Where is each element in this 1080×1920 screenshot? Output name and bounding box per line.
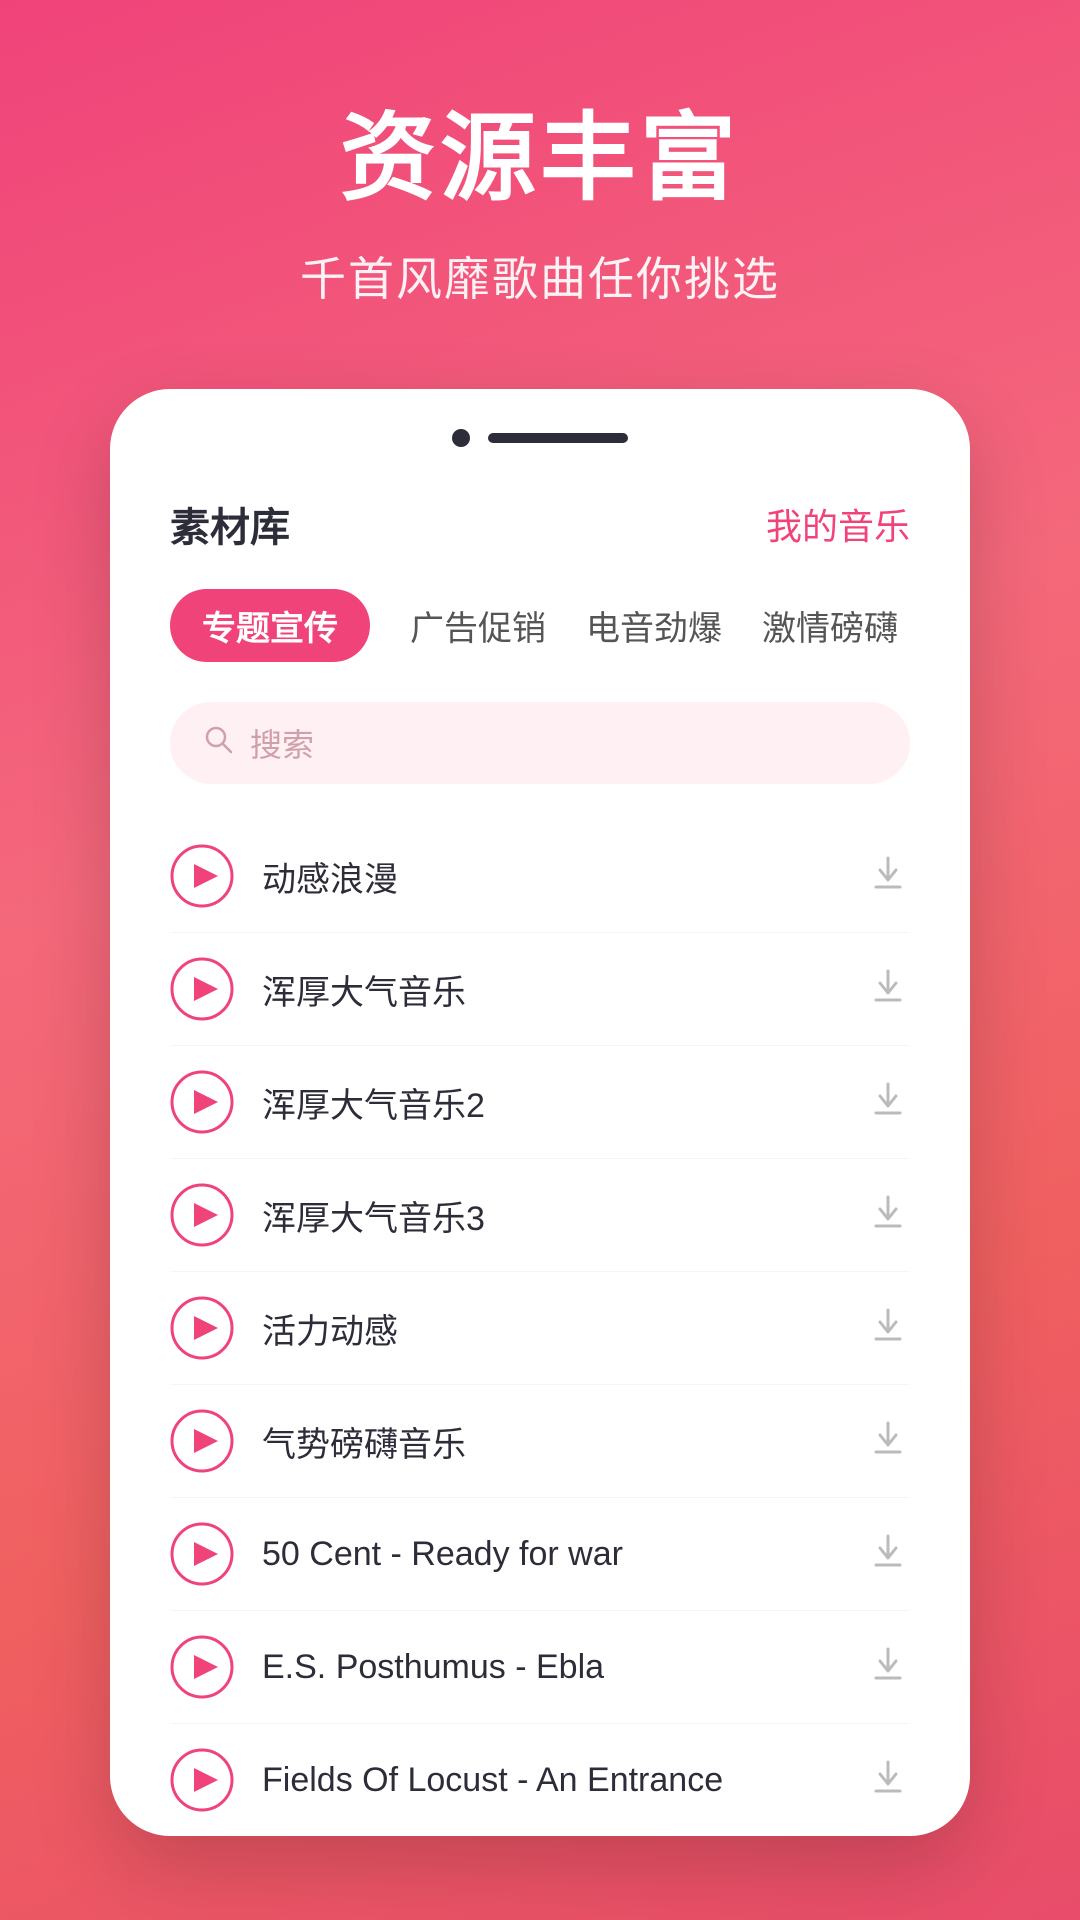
download-button-2[interactable] <box>866 963 910 1015</box>
song-title-9: Fields Of Locust - An Entrance <box>262 1761 838 1800</box>
song-list: 动感浪漫 浑厚大气音乐 <box>170 820 910 1836</box>
song-title-2: 浑厚大气音乐 <box>262 965 838 1014</box>
song-item-6: 气势磅礴音乐 <box>170 1385 910 1498</box>
phone-notch-bar <box>488 433 628 443</box>
play-button-2[interactable] <box>170 957 234 1021</box>
song-item-8: E.S. Posthumus - Ebla <box>170 1611 910 1724</box>
download-button-8[interactable] <box>866 1641 910 1693</box>
phone-top-bar <box>110 419 970 475</box>
song-item-5: 活力动感 <box>170 1272 910 1385</box>
download-button-1[interactable] <box>866 850 910 902</box>
section-title: 素材库 <box>170 495 290 553</box>
download-button-7[interactable] <box>866 1528 910 1580</box>
download-button-3[interactable] <box>866 1076 910 1128</box>
app-content: 素材库 我的音乐 专题宣传 广告促销 电音劲爆 激情磅礴 搜索 <box>110 475 970 1836</box>
tab-electronic[interactable]: 电音劲爆 <box>586 589 722 662</box>
song-title-6: 气势磅礴音乐 <box>262 1417 838 1466</box>
play-button-8[interactable] <box>170 1635 234 1699</box>
tabs-row: 专题宣传 广告促销 电音劲爆 激情磅礴 <box>170 589 910 662</box>
song-title-7: 50 Cent - Ready for war <box>262 1535 838 1574</box>
phone-camera <box>452 429 470 447</box>
song-item-4: 浑厚大气音乐3 <box>170 1159 910 1272</box>
song-title-5: 活力动感 <box>262 1304 838 1353</box>
search-icon <box>202 723 234 763</box>
song-item-7: 50 Cent - Ready for war <box>170 1498 910 1611</box>
download-button-9[interactable] <box>866 1754 910 1806</box>
play-button-7[interactable] <box>170 1522 234 1586</box>
hero-subtitle: 千首风靡歌曲任你挑选 <box>300 243 780 309</box>
search-placeholder-text: 搜索 <box>250 720 314 766</box>
download-button-5[interactable] <box>866 1302 910 1354</box>
song-title-4: 浑厚大气音乐3 <box>262 1191 838 1240</box>
song-title-3: 浑厚大气音乐2 <box>262 1078 838 1127</box>
song-item-2: 浑厚大气音乐 <box>170 933 910 1046</box>
search-bar[interactable]: 搜索 <box>170 702 910 784</box>
download-button-6[interactable] <box>866 1415 910 1467</box>
hero-title: 资源丰富 <box>340 80 740 219</box>
song-item-9: Fields Of Locust - An Entrance <box>170 1724 910 1836</box>
phone-frame: 素材库 我的音乐 专题宣传 广告促销 电音劲爆 激情磅礴 搜索 <box>110 389 970 1836</box>
play-button-3[interactable] <box>170 1070 234 1134</box>
section-header: 素材库 我的音乐 <box>170 495 910 553</box>
song-item-3: 浑厚大气音乐2 <box>170 1046 910 1159</box>
download-button-4[interactable] <box>866 1189 910 1241</box>
tab-ad[interactable]: 广告促销 <box>410 589 546 662</box>
tab-featured[interactable]: 专题宣传 <box>170 589 370 662</box>
play-button-4[interactable] <box>170 1183 234 1247</box>
my-music-link[interactable]: 我的音乐 <box>766 498 910 550</box>
tab-epic[interactable]: 激情磅礴 <box>762 589 898 662</box>
play-button-1[interactable] <box>170 844 234 908</box>
play-button-5[interactable] <box>170 1296 234 1360</box>
song-title-1: 动感浪漫 <box>262 852 838 901</box>
play-button-9[interactable] <box>170 1748 234 1812</box>
play-button-6[interactable] <box>170 1409 234 1473</box>
song-item-1: 动感浪漫 <box>170 820 910 933</box>
song-title-8: E.S. Posthumus - Ebla <box>262 1648 838 1687</box>
